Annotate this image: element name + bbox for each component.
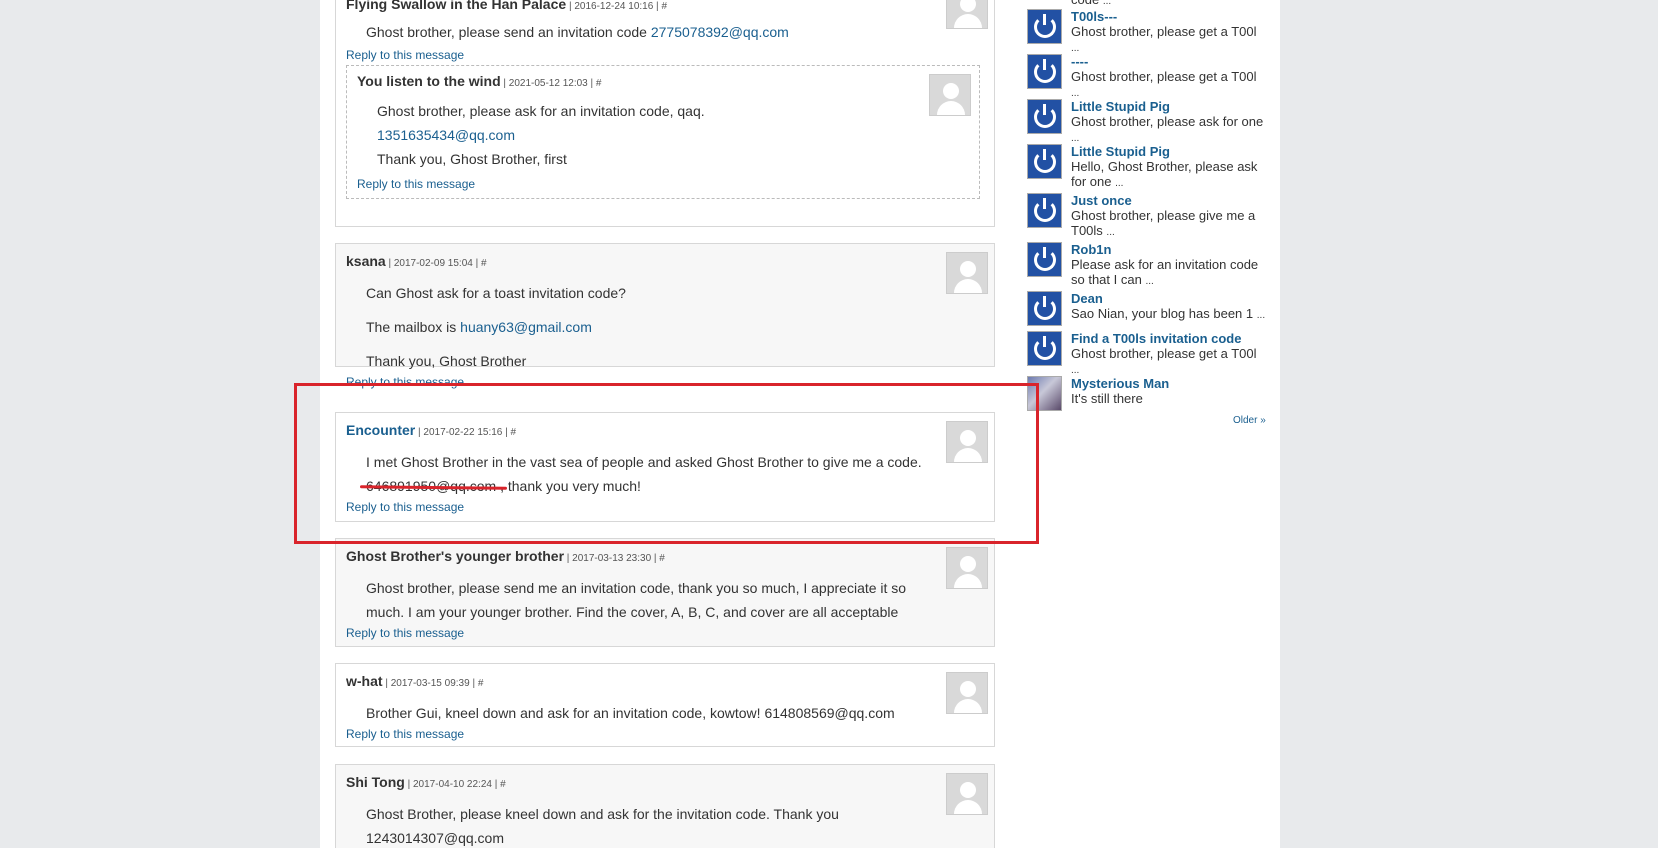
- comment-author: You listen to the wind: [357, 73, 501, 89]
- comment-card: ksana | 2017-02-09 15:04 | # Can Ghost a…: [335, 243, 995, 389]
- comment-text: Thank you, Ghost Brother: [366, 353, 527, 369]
- comment-author: w-hat: [346, 673, 383, 689]
- comment-meta: | 2017-03-13 23:30 |: [564, 553, 660, 564]
- comment-text: Ghost brother, please send an invitation…: [366, 24, 651, 40]
- avatar: [929, 74, 971, 116]
- sidebar-author-link[interactable]: ----: [1071, 54, 1267, 69]
- comment-text: Thank you, Ghost Brother, first: [377, 151, 567, 167]
- avatar: [946, 252, 988, 294]
- sidebar-author-link[interactable]: Mysterious Man: [1071, 376, 1267, 391]
- comment-permalink[interactable]: #: [661, 1, 667, 12]
- sidebar-author-link[interactable]: Rob1n: [1071, 242, 1267, 257]
- power-icon: [1027, 331, 1062, 366]
- comment-header: Shi Tong | 2017-04-10 22:24 | #: [346, 773, 984, 794]
- power-icon: [1027, 9, 1062, 44]
- sidebar-snippet: Ghost brother, please get a T00l...: [1071, 24, 1257, 54]
- email-link[interactable]: 2775078392@qq.com: [651, 24, 789, 40]
- comment-author: ksana: [346, 253, 386, 269]
- comment-text: Brother Gui, kneel down and ask for an i…: [366, 705, 895, 721]
- comment-author: Shi Tong: [346, 774, 405, 790]
- comment-card: Shi Tong | 2017-04-10 22:24 | # Ghost Br…: [335, 764, 995, 848]
- power-icon: [1027, 242, 1062, 277]
- comment-text: , thank you very much!: [496, 478, 641, 494]
- sidebar-author-link[interactable]: Little Stupid Pig: [1071, 144, 1267, 159]
- sidebar-author-link[interactable]: Little Stupid Pig: [1071, 99, 1267, 114]
- sidebar-author-link[interactable]: Dean: [1071, 291, 1267, 306]
- sidebar-author-link[interactable]: Just once: [1071, 193, 1267, 208]
- comment-header: Flying Swallow in the Han Palace | 2016-…: [346, 0, 984, 16]
- sidebar-snippet: Ghost brother, please ask for one...: [1071, 114, 1264, 144]
- comment-text: Ghost Brother, please kneel down and ask…: [366, 806, 839, 822]
- reply-link[interactable]: Reply to this message: [346, 48, 984, 62]
- reply-link[interactable]: Reply to this message: [357, 177, 969, 191]
- avatar-photo-icon: [1027, 376, 1062, 411]
- comment-header: Ghost Brother's younger brother | 2017-0…: [346, 547, 984, 568]
- power-icon: [1027, 54, 1062, 89]
- avatar: [946, 421, 988, 463]
- comment-meta: | 2017-04-10 22:24 |: [404, 779, 501, 790]
- older-link[interactable]: Older »: [1233, 415, 1266, 426]
- sidebar-snippet: Ghost brother, please give me a T00ls ..…: [1071, 208, 1256, 238]
- power-icon: [1027, 291, 1062, 326]
- reply-link[interactable]: Reply to this message: [346, 375, 984, 389]
- comment-text: Ghost brother, please ask for an invitat…: [377, 103, 705, 119]
- sidebar-snippet: Please ask for an invitation code so tha…: [1071, 257, 1259, 287]
- comment-permalink[interactable]: #: [659, 553, 665, 564]
- comment-meta: | 2017-02-22 15:16 |: [415, 427, 511, 438]
- power-icon: [1027, 193, 1062, 228]
- sidebar-author-link[interactable]: T00ls---: [1071, 9, 1267, 24]
- nested-reply: You listen to the wind | 2021-05-12 12:0…: [346, 65, 980, 199]
- power-icon: [1027, 144, 1062, 179]
- comment-text: I met Ghost Brother in the vast sea of p…: [366, 454, 922, 470]
- comment-text: The mailbox is: [366, 319, 461, 335]
- comment-header: w-hat | 2017-03-15 09:39 | #: [346, 672, 984, 693]
- comment-meta: | 2017-03-15 09:39 |: [382, 678, 478, 689]
- comment-body: Ghost brother, please ask for an invitat…: [357, 99, 969, 171]
- avatar: [946, 0, 988, 29]
- sidebar-author-link[interactable]: Find a T00ls invitation code: [1071, 331, 1267, 346]
- power-icon: [1027, 99, 1062, 134]
- comment-permalink[interactable]: #: [596, 78, 602, 89]
- comment-body: Ghost brother, please send an invitation…: [346, 20, 984, 44]
- comment-meta: | 2017-02-09 15:04 |: [385, 258, 481, 269]
- comment-header: Encounter | 2017-02-22 15:16 | #: [346, 421, 984, 442]
- comment-text: Can Ghost ask for a toast invitation cod…: [366, 285, 626, 301]
- comment-meta: | 2021-05-12 12:03 |: [500, 78, 596, 89]
- sidebar-snippet: Sao Nian, your blog has been 1 ...: [1071, 306, 1266, 321]
- sidebar-snippet: Ghost brother, please get a T00l...: [1071, 69, 1257, 99]
- reply-link[interactable]: Reply to this message: [346, 727, 984, 741]
- comment-header: ksana | 2017-02-09 15:04 | #: [346, 252, 984, 273]
- comment-body: Can Ghost ask for a toast invitation cod…: [346, 281, 984, 373]
- comment-body: Ghost Brother, please kneel down and ask…: [346, 802, 984, 848]
- comment-meta: | 2016-12-24 10:16 |: [566, 1, 662, 12]
- sidebar-snippet: It's still there: [1071, 391, 1143, 406]
- comment-permalink[interactable]: #: [511, 427, 517, 438]
- comment-author: Ghost Brother's younger brother: [346, 548, 565, 564]
- comment-author[interactable]: Encounter: [346, 422, 415, 438]
- comment-permalink[interactable]: #: [500, 779, 506, 790]
- comment-author: Flying Swallow in the Han Palace: [346, 0, 567, 12]
- sidebar-truncated-snippet: code ...: [1071, 0, 1112, 7]
- comment-permalink[interactable]: #: [478, 678, 484, 689]
- comment-card: w-hat | 2017-03-15 09:39 | # Brother Gui…: [335, 663, 995, 747]
- sidebar-snippet: Hello, Ghost Brother, please ask for one…: [1071, 159, 1258, 189]
- sidebar-snippet: Ghost brother, please get a T00l...: [1071, 346, 1257, 376]
- comment-body: I met Ghost Brother in the vast sea of p…: [346, 450, 984, 498]
- comment-body: Ghost brother, please send me an invitat…: [346, 576, 984, 624]
- comment-text: 1243014307@qq.com: [366, 830, 504, 846]
- reply-link[interactable]: Reply to this message: [346, 500, 984, 514]
- email-link[interactable]: huany63@gmail.com: [460, 319, 592, 335]
- comment-body: Brother Gui, kneel down and ask for an i…: [346, 701, 984, 725]
- comment-card: Encounter | 2017-02-22 15:16 | # I met G…: [335, 412, 995, 522]
- comment-permalink[interactable]: #: [481, 258, 487, 269]
- avatar: [946, 773, 988, 815]
- avatar: [946, 547, 988, 589]
- comment-text: Ghost brother, please send me an invitat…: [366, 580, 907, 596]
- comment-card: Flying Swallow in the Han Palace | 2016-…: [335, 0, 995, 227]
- reply-link[interactable]: Reply to this message: [346, 626, 984, 640]
- comment-text: much. I am your younger brother. Find th…: [366, 604, 899, 620]
- email-link[interactable]: 1351635434@qq.com: [377, 127, 515, 143]
- comment-card: Ghost Brother's younger brother | 2017-0…: [335, 538, 995, 647]
- avatar: [946, 672, 988, 714]
